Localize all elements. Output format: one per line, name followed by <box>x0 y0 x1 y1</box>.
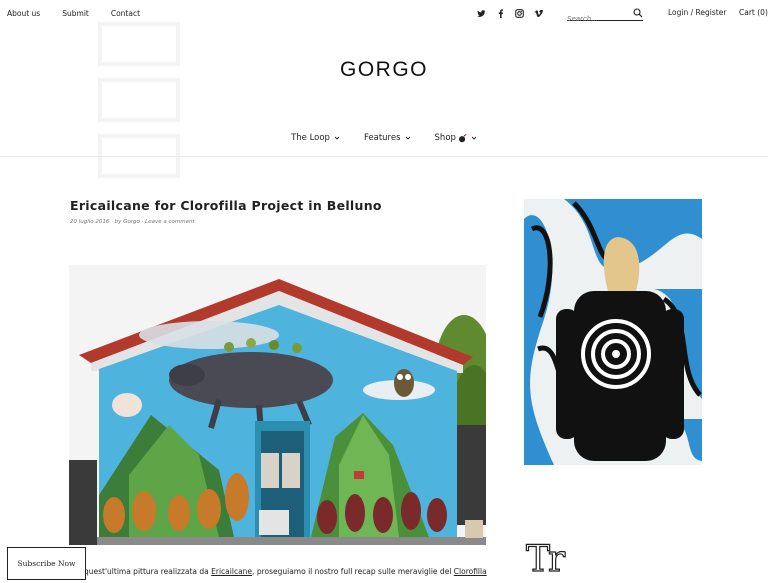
post-excerpt: quest'ultima pittura realizzata da Erica… <box>84 567 487 576</box>
bomb-icon <box>458 133 467 142</box>
chevron-down-icon <box>471 136 477 140</box>
nav-the-loop-label: The Loop <box>291 133 330 143</box>
nav-features[interactable]: Features <box>364 133 411 143</box>
social-links <box>476 8 543 18</box>
ericailcane-link[interactable]: Ericailcane <box>211 567 252 576</box>
site-logo[interactable]: GORGO <box>0 58 768 82</box>
post-hero-image[interactable] <box>69 265 486 545</box>
excerpt-text-start: quest'ultima pittura realizzata da <box>84 567 212 576</box>
search-input[interactable] <box>567 12 631 26</box>
excerpt-text-mid: , proseguiamo il nostro full recap sulle… <box>252 567 454 576</box>
post-author-link[interactable]: Gorgo <box>123 219 140 225</box>
chevron-down-icon <box>405 136 410 140</box>
post-date: 20 luglio 2016 <box>70 219 110 225</box>
post-meta: 20 luglio 2016 · by Gorgo · Leave a comm… <box>70 219 195 225</box>
search-icon[interactable] <box>633 8 643 18</box>
nav-features-label: Features <box>363 133 401 143</box>
nav-shop[interactable]: Shop <box>435 133 477 143</box>
sidebar-shop-ad[interactable] <box>524 199 702 465</box>
cart-link[interactable]: Cart (0) <box>739 8 768 17</box>
login-register-link[interactable]: Login / Register <box>668 8 726 17</box>
post-title[interactable]: Ericailcane for Clorofilla Project in Be… <box>70 198 382 213</box>
top-nav: About us Submit Contact <box>7 9 162 18</box>
clorofilla-link[interactable]: Clorofilla <box>454 567 487 576</box>
nav-about-us[interactable]: About us <box>7 9 40 18</box>
twitter-icon[interactable] <box>476 8 486 18</box>
facebook-icon[interactable] <box>495 8 505 18</box>
instagram-icon[interactable] <box>514 8 524 18</box>
nav-the-loop[interactable]: The Loop <box>291 133 340 143</box>
chevron-down-icon <box>334 136 340 140</box>
leave-comment-link[interactable]: · Leave a comment <box>142 219 195 225</box>
ghost-logo-watermark <box>98 22 180 178</box>
main-nav: The Loop Features Shop <box>0 133 768 143</box>
post-by: · by <box>111 219 122 225</box>
nav-contact[interactable]: Contact <box>111 9 140 18</box>
vimeo-icon[interactable] <box>533 8 543 18</box>
sidebar-brand-mark[interactable]: Tr <box>525 541 565 578</box>
header-divider <box>0 156 768 157</box>
account-links: Login / Register <box>668 8 726 17</box>
search-box <box>567 6 643 26</box>
subscribe-now-button[interactable]: Subscribe Now <box>7 547 86 580</box>
nav-submit[interactable]: Submit <box>62 9 89 18</box>
nav-shop-label: Shop <box>434 133 456 143</box>
